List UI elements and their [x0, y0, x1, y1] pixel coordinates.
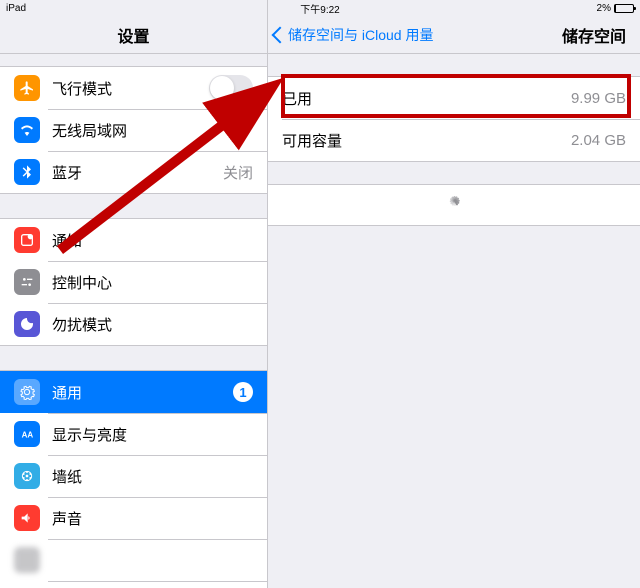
- sidebar-item-label: 勿扰模式: [52, 314, 253, 335]
- sidebar-item-label: 通用: [52, 382, 233, 403]
- storage-row: 可用容量 2.04 GB: [268, 119, 640, 161]
- airplane-toggle[interactable]: [209, 75, 253, 101]
- sidebar-item-passcode[interactable]: 密码: [0, 581, 267, 588]
- sidebar-item-gear[interactable]: 通用1: [0, 371, 267, 413]
- sidebar-item-display[interactable]: AA 显示与亮度: [0, 413, 267, 455]
- sidebar-item-control[interactable]: 控制中心: [0, 261, 267, 303]
- notif-icon: [14, 227, 40, 253]
- dnd-icon: [14, 311, 40, 337]
- spinner-icon: [445, 196, 463, 214]
- sidebar-item-label: 无线局域网: [52, 120, 253, 141]
- chevron-left-icon: [272, 26, 289, 43]
- sidebar-item-value: 关闭: [223, 162, 253, 183]
- status-bar-left: iPad: [0, 0, 267, 16]
- sidebar-item-sound[interactable]: 声音: [0, 497, 267, 539]
- airplane-icon: [14, 75, 40, 101]
- storage-row: 已用 9.99 GB: [268, 77, 640, 119]
- battery-percent: 2%: [597, 3, 611, 14]
- sidebar-item-label: 控制中心: [52, 272, 253, 293]
- sidebar-item-label: 飞行模式: [52, 78, 209, 99]
- loading-row: [268, 184, 640, 226]
- sidebar-scroll[interactable]: 飞行模式无线局域网蓝牙关闭 通知控制中心勿扰模式 通用1 AA 显示与亮度墙纸声音密…: [0, 54, 267, 588]
- sidebar-item-bluetooth[interactable]: 蓝牙关闭: [0, 151, 267, 193]
- status-bar-right: 下午9:22 2%: [268, 0, 640, 16]
- blank-icon: [14, 547, 40, 573]
- sound-icon: [14, 505, 40, 531]
- control-icon: [14, 269, 40, 295]
- sidebar-title-bar: 设置: [0, 16, 267, 54]
- sidebar-item-wallpaper[interactable]: 墙纸: [0, 455, 267, 497]
- back-button[interactable]: 储存空间与 iCloud 用量: [274, 25, 433, 45]
- sidebar-item-dnd[interactable]: 勿扰模式: [0, 303, 267, 345]
- status-time: 下午9:22: [300, 1, 339, 16]
- sidebar-item-airplane[interactable]: 飞行模式: [0, 67, 267, 109]
- storage-label: 可用容量: [282, 130, 342, 151]
- badge: 1: [233, 382, 253, 402]
- detail-scroll[interactable]: 已用 9.99 GB 可用容量 2.04 GB: [268, 54, 640, 588]
- storage-value: 2.04 GB: [571, 132, 626, 149]
- detail-title: 储存空间: [562, 23, 626, 47]
- battery-icon: [614, 4, 634, 13]
- storage-value: 9.99 GB: [571, 90, 626, 107]
- sidebar-item-notif[interactable]: 通知: [0, 219, 267, 261]
- bluetooth-icon: [14, 159, 40, 185]
- sidebar-item-label: 声音: [52, 508, 253, 529]
- storage-label: 已用: [282, 88, 312, 109]
- sidebar-title: 设置: [117, 23, 149, 47]
- sidebar-item-blank[interactable]: [0, 539, 267, 581]
- sidebar-item-label: 蓝牙: [52, 162, 223, 183]
- sidebar-item-label: 墙纸: [52, 466, 253, 487]
- back-label: 储存空间与 iCloud 用量: [288, 25, 433, 45]
- detail-title-bar: 储存空间与 iCloud 用量 储存空间: [268, 16, 640, 54]
- sidebar-item-label: 通知: [52, 230, 253, 251]
- device-label: iPad: [6, 3, 26, 14]
- detail-pane: 下午9:22 2% 储存空间与 iCloud 用量 储存空间 已用 9.99 GB…: [268, 0, 640, 588]
- svg-text:AA: AA: [22, 430, 34, 439]
- sidebar-item-label: 显示与亮度: [52, 424, 253, 445]
- display-icon: AA: [14, 421, 40, 447]
- sidebar-item-wifi[interactable]: 无线局域网: [0, 109, 267, 151]
- sidebar: iPad 设置 飞行模式无线局域网蓝牙关闭 通知控制中心勿扰模式 通用1 AA 显示…: [0, 0, 268, 588]
- wallpaper-icon: [14, 463, 40, 489]
- wifi-icon: [14, 117, 40, 143]
- gear-icon: [14, 379, 40, 405]
